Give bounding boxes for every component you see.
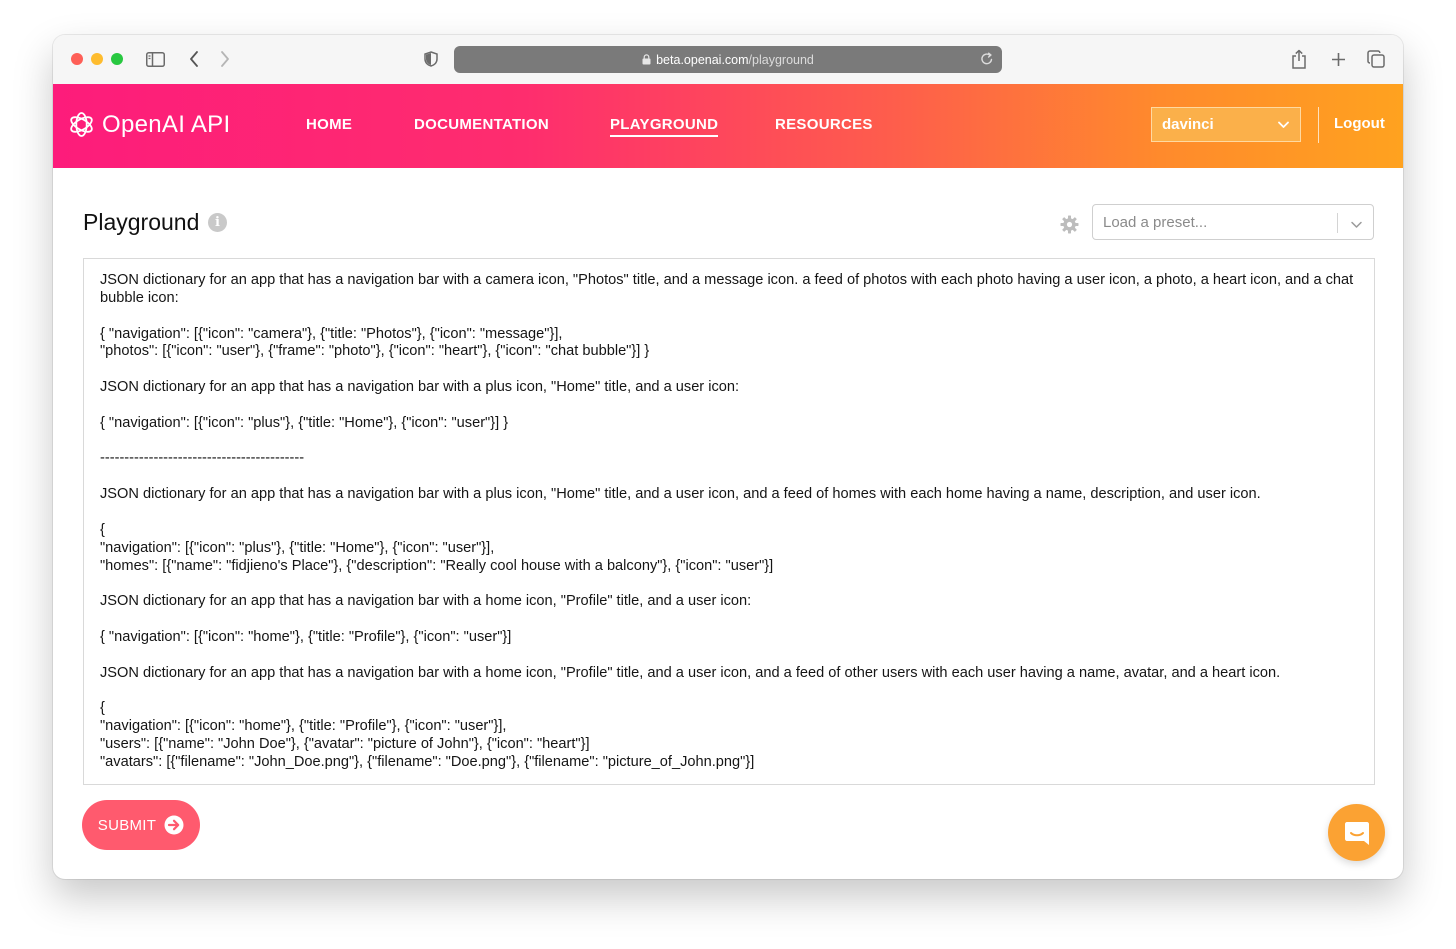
header-divider [1318, 107, 1319, 143]
zoom-window-button[interactable] [111, 53, 123, 65]
chevron-right-icon[interactable] [218, 48, 232, 70]
editor-line: "homes": [{"name": "fidjieno's Place"}, … [100, 557, 774, 574]
editor-line [100, 682, 1358, 700]
editor-line: { "navigation": [{"icon": "home"}, {"tit… [100, 628, 512, 645]
logo-text: OpenAI API [102, 110, 231, 138]
openai-logo-icon [67, 110, 96, 139]
preset-placeholder: Load a preset... [1103, 213, 1208, 231]
nav-documentation[interactable]: DOCUMENTATION [414, 116, 549, 133]
prompt-editor[interactable]: JSON dictionary for an app that has a na… [83, 258, 1375, 785]
lock-icon [642, 54, 651, 65]
editor-line: "navigation": [{"icon": "home"}, {"title… [100, 718, 507, 735]
editor-line: "photos": [{"icon": "user"}, {"frame": "… [100, 343, 650, 360]
submit-label: SUBMIT [97, 816, 157, 834]
logo[interactable]: OpenAI API [67, 110, 230, 139]
editor-line [100, 361, 1358, 379]
submit-button[interactable]: SUBMIT [82, 800, 200, 850]
browser-toolbar: beta.openai.com/playground [53, 35, 1403, 85]
editor-line [100, 397, 1358, 415]
editor-line [100, 308, 1358, 326]
preset-divider [1337, 213, 1338, 233]
close-window-button[interactable] [71, 53, 83, 65]
tabs-overview-icon[interactable] [1366, 48, 1386, 70]
page-title: Playground [83, 209, 200, 235]
chevron-left-icon[interactable] [187, 48, 201, 70]
browser-window: beta.openai.com/playground OpenAI API HO… [53, 35, 1403, 879]
address-bar[interactable]: beta.openai.com/playground [454, 46, 1002, 73]
nav-playground[interactable]: PLAYGROUND [610, 116, 719, 137]
preset-select[interactable]: Load a preset... [1092, 204, 1374, 240]
editor-line: "navigation": [{"icon": "plus"}, {"title… [100, 539, 495, 556]
app-header: OpenAI API HOME DOCUMENTATION PLAYGROUND… [53, 84, 1403, 168]
editor-line: JSON dictionary for an app that has a na… [100, 486, 1261, 503]
url-host: beta.openai.com [656, 52, 749, 67]
editor-line: "avatars": [{"filename": "John_Doe.png"}… [100, 753, 755, 770]
editor-line [100, 611, 1358, 629]
editor-line [100, 647, 1358, 665]
chat-icon [1342, 818, 1372, 848]
share-icon[interactable] [1290, 48, 1308, 70]
editor-line: JSON dictionary for an app that has a na… [100, 664, 1281, 681]
plus-icon[interactable] [1329, 48, 1347, 70]
editor-line [100, 468, 1358, 486]
sidebar-icon[interactable] [145, 48, 165, 70]
editor-line [100, 575, 1358, 593]
minimize-window-button[interactable] [91, 53, 103, 65]
reload-icon[interactable] [980, 51, 994, 69]
nav-home[interactable]: HOME [306, 116, 352, 133]
editor-line: JSON dictionary for an app that has a na… [100, 272, 1358, 306]
editor-line: JSON dictionary for an app that has a na… [100, 593, 752, 610]
editor-line: { [100, 700, 105, 717]
editor-line: { "navigation": [{"icon": "camera"}, {"t… [100, 325, 563, 342]
editor-line: { "navigation": [{"icon": "plus"}, {"tit… [100, 414, 509, 431]
chevron-down-icon [1277, 118, 1290, 135]
nav-resources[interactable]: RESOURCES [775, 116, 873, 133]
editor-line [100, 433, 1358, 451]
editor-line: "users": [{"name": "John Doe"}, {"avatar… [100, 735, 590, 752]
model-select[interactable]: davinci [1151, 107, 1301, 142]
editor-line: JSON dictionary for an app that has a na… [100, 379, 740, 396]
shield-icon[interactable] [423, 48, 439, 70]
editor-line: ----------------------------------------… [100, 450, 305, 467]
arrow-right-circle-icon [164, 815, 184, 835]
model-select-value: davinci [1162, 116, 1214, 133]
url-path: /playground [748, 52, 814, 67]
chat-widget-button[interactable] [1328, 804, 1385, 861]
info-icon[interactable]: i [208, 213, 227, 232]
logout-link[interactable]: Logout [1334, 115, 1385, 132]
chevron-down-icon [1350, 217, 1363, 234]
editor-line: { [100, 521, 105, 538]
editor-line [100, 504, 1358, 522]
gear-icon[interactable] [1060, 215, 1079, 239]
